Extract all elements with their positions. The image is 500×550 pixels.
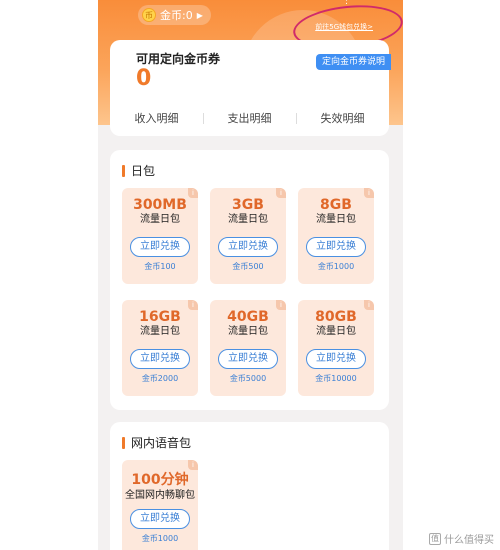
pack-name: 流量日包 (228, 326, 268, 337)
redeem-button[interactable]: 立即兑换 (218, 349, 278, 369)
coupon-card: 可用定向金币券 0 定向金币券说明 收入明细 支出明细 失效明细 (110, 40, 391, 136)
pack-size: 80GB (315, 309, 357, 325)
pack-cost: 金币10000 (315, 374, 357, 383)
info-icon[interactable]: i (188, 460, 198, 470)
day-pack-section: 日包 i 300MB 流量日包 立即兑换 金币100 i 3GB 流量日包 立即… (110, 150, 389, 410)
pack-name: 流量日包 (140, 326, 180, 337)
pack-size: 8GB (320, 197, 352, 213)
info-icon[interactable]: i (276, 188, 286, 198)
pack-name: 全国网内畅聊包 (125, 490, 195, 501)
pack-cost: 金币1000 (141, 534, 179, 543)
tab-expired[interactable]: 失效明细 (296, 110, 389, 128)
info-icon[interactable]: i (188, 188, 198, 198)
info-icon[interactable]: i (188, 300, 198, 310)
redeem-button[interactable]: 立即兑换 (130, 349, 190, 369)
detail-tabs: 收入明细 支出明细 失效明细 (110, 110, 389, 128)
pack-size: 100分钟 (131, 472, 189, 488)
pack-size: 300MB (133, 197, 187, 213)
watermark: 值 什么值得买 (429, 531, 494, 546)
coupon-title: 可用定向金币券 (136, 52, 221, 66)
pack-size: 3GB (232, 197, 264, 213)
tab-expense[interactable]: 支出明细 (203, 110, 296, 128)
pack-card: i 300MB 流量日包 立即兑换 金币100 (122, 188, 198, 284)
info-icon[interactable]: i (364, 300, 374, 310)
coin-balance-pill[interactable]: 币 金币:0 ▶ (138, 5, 211, 25)
redeem-button[interactable]: 立即兑换 (130, 509, 190, 529)
redeem-button[interactable]: 立即兑换 (306, 349, 366, 369)
pack-card: i 3GB 流量日包 立即兑换 金币500 (210, 188, 286, 284)
pack-cost: 金币1000 (317, 262, 355, 271)
pack-cost: 金币100 (144, 262, 176, 271)
coin-icon: 币 (142, 8, 156, 22)
pack-size: 16GB (139, 309, 181, 325)
info-icon[interactable]: i (276, 300, 286, 310)
section-title: 日包 (131, 164, 156, 178)
smzdm-logo-icon: 值 (429, 532, 441, 545)
pack-card: i 100分钟 全国网内畅聊包 立即兑换 金币1000 (122, 460, 198, 550)
redeem-button[interactable]: 立即兑换 (218, 237, 278, 257)
section-header: 日包 (122, 162, 155, 179)
pack-card: i 16GB 流量日包 立即兑换 金币2000 (122, 300, 198, 396)
info-icon[interactable]: i (364, 188, 374, 198)
pack-cost: 金币2000 (141, 374, 179, 383)
section-accent-bar (122, 164, 125, 177)
watermark-text: 什么值得买 (444, 535, 494, 546)
coin-balance: 金币:0 (160, 9, 193, 22)
pack-cost: 金币5000 (229, 374, 267, 383)
pack-card: i 8GB 流量日包 立即兑换 金币1000 (298, 188, 374, 284)
section-header: 网内语音包 (122, 434, 191, 451)
phone-screen: 5G ⋮ 币 金币:0 ▶ 前往5G钱包兑换> 可用定向金币券 0 定向金币券说… (98, 0, 403, 550)
section-accent-bar (122, 436, 125, 449)
section-title: 网内语音包 (131, 436, 192, 450)
redeem-button[interactable]: 立即兑换 (130, 237, 190, 257)
tab-income[interactable]: 收入明细 (110, 110, 203, 128)
pack-card: i 40GB 流量日包 立即兑换 金币5000 (210, 300, 286, 396)
pack-name: 流量日包 (228, 214, 268, 225)
play-arrow-icon: ▶ (196, 10, 203, 20)
pack-card: i 80GB 流量日包 立即兑换 金币10000 (298, 300, 374, 396)
coupon-count: 0 (136, 66, 152, 91)
pack-name: 流量日包 (316, 214, 356, 225)
pack-cost: 金币500 (232, 262, 264, 271)
pack-name: 流量日包 (316, 326, 356, 337)
pack-name: 流量日包 (140, 214, 180, 225)
redeem-button[interactable]: 立即兑换 (306, 237, 366, 257)
coupon-help-button[interactable]: 定向金币券说明 (315, 54, 391, 70)
voice-pack-section: 网内语音包 i 100分钟 全国网内畅聊包 立即兑换 金币1000 (110, 422, 389, 550)
pack-size: 40GB (227, 309, 269, 325)
